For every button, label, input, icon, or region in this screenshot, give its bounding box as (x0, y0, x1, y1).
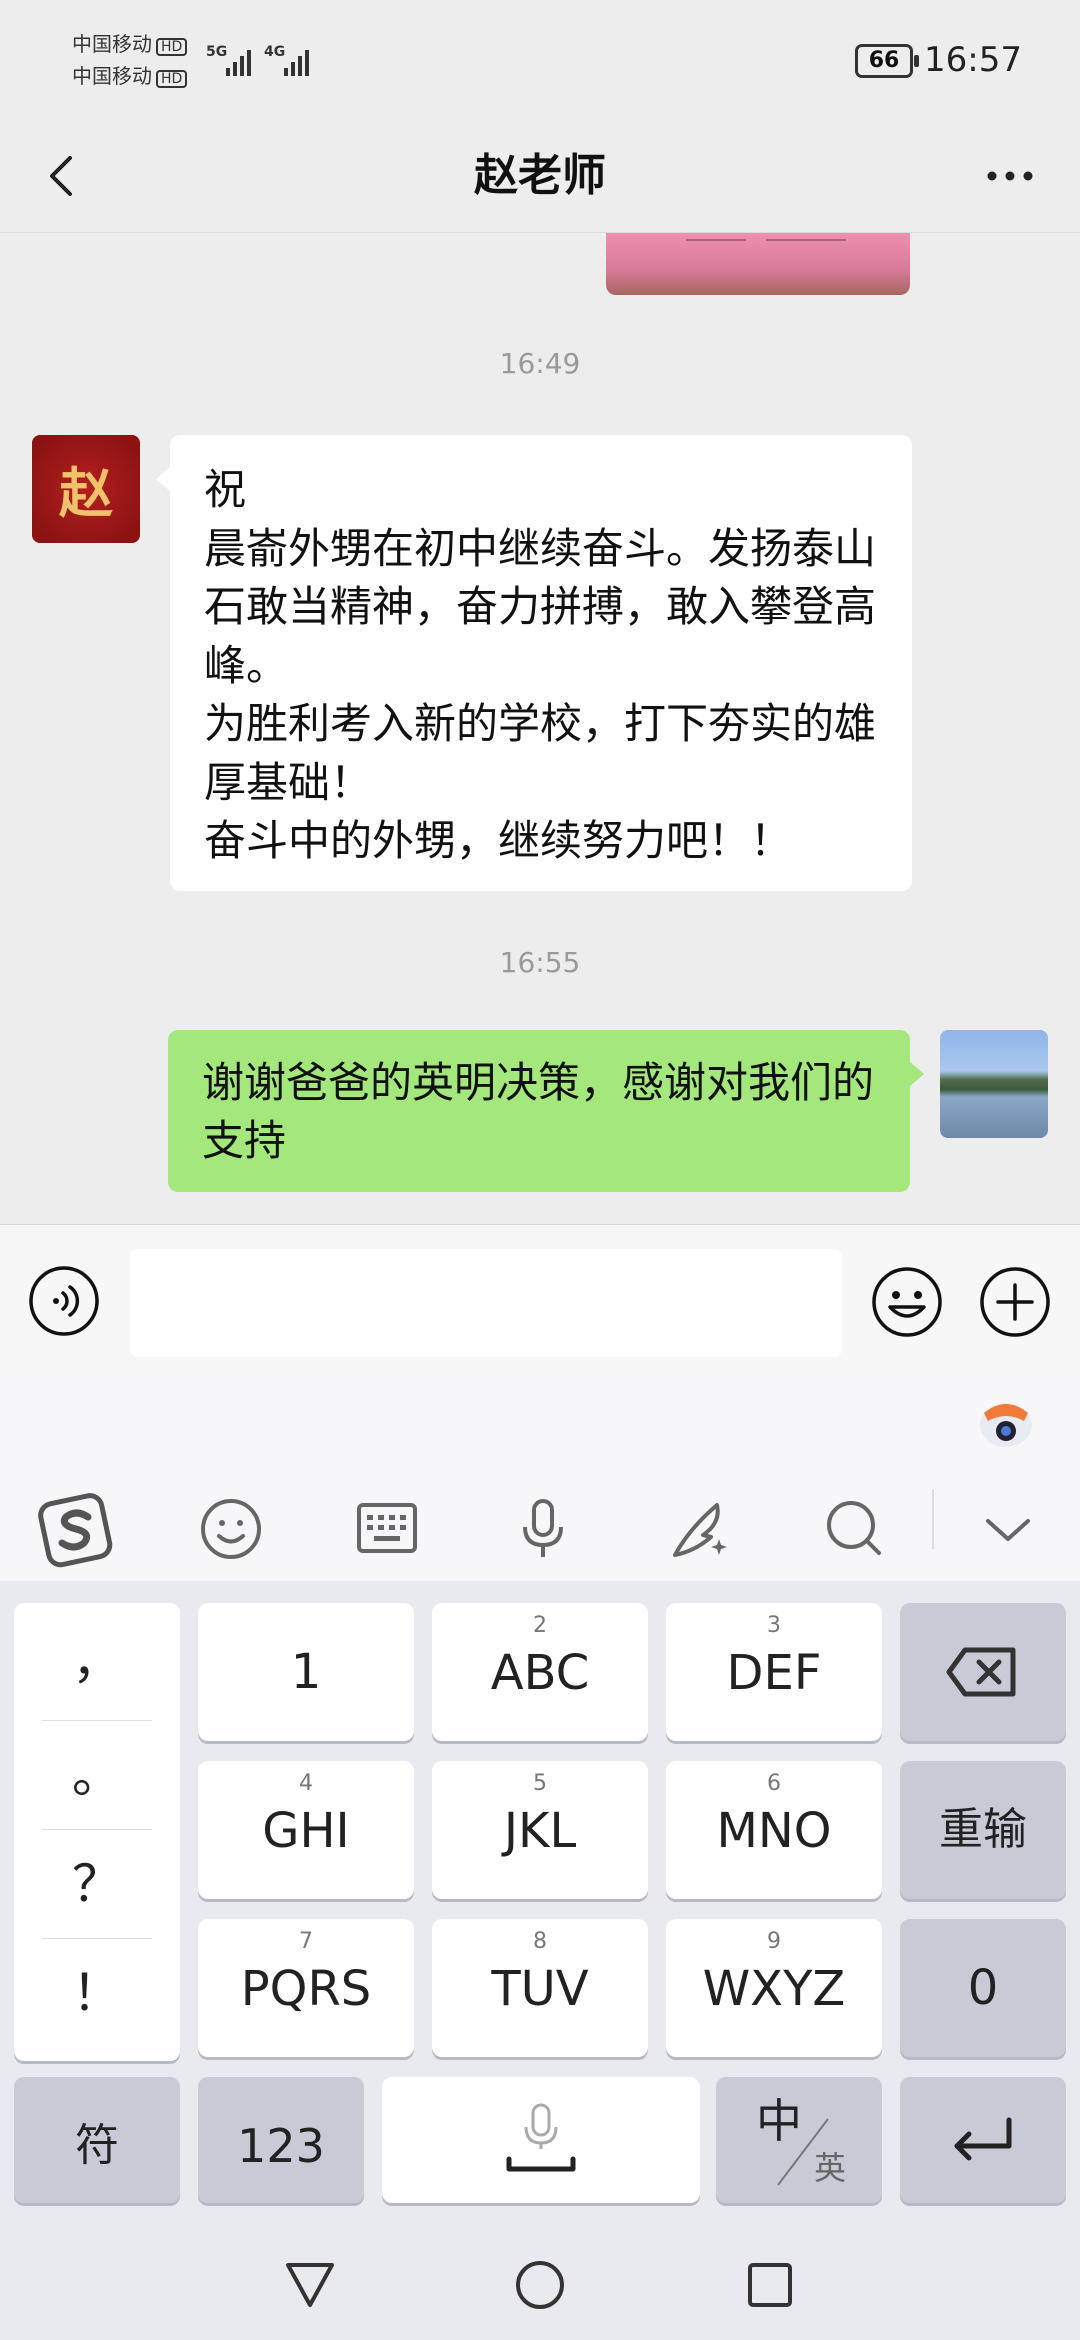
sogou-logo-icon[interactable] (36, 1489, 116, 1569)
space-key[interactable] (382, 2077, 700, 2203)
punct-key-comma[interactable]: ， (14, 1607, 180, 1716)
message-input[interactable] (130, 1249, 842, 1357)
outgoing-message-text: 谢谢爸爸的英明决策，感谢对我们的支持 (202, 1058, 875, 1165)
key-4-ghi[interactable]: 4 GHI (198, 1761, 414, 1899)
chat-header: 赵老师 (0, 120, 1080, 233)
handwriting-icon[interactable] (659, 1489, 739, 1569)
incoming-message-bubble[interactable]: 祝 晨嵛外甥在初中继续奋斗。发扬泰山石敢当精神，奋力拼搏，敢入攀登高峰。 为胜利… (156, 435, 912, 891)
chevron-down-icon[interactable] (968, 1489, 1048, 1569)
keyboard: ， 。 ？ ！ 1 2 ABC 3 DEF 4 GHI 5 JKL 6 MNO 重输 7P… (0, 1379, 1080, 2340)
mascot-icon[interactable] (976, 1391, 1036, 1451)
enter-icon (954, 2117, 1012, 2161)
clock: 16:57 (924, 40, 1022, 80)
key-0[interactable]: 0 (900, 1919, 1066, 2057)
system-nav-bar (0, 2225, 1080, 2340)
key-8-tuv[interactable]: 8 TUV (432, 1919, 648, 2057)
my-avatar[interactable] (940, 1030, 1048, 1138)
battery-indicator: 66 (855, 44, 919, 78)
voice-input-icon[interactable] (28, 1265, 100, 1337)
nav-recents-icon[interactable] (740, 2255, 800, 2315)
message-list[interactable]: 16:49 赵 祝 晨嵛外甥在初中继续奋斗。发扬泰山石敢当精神，奋力拼搏，敢入攀… (0, 233, 1080, 1223)
outgoing-message-bubble[interactable]: 谢谢爸爸的英明决策，感谢对我们的支持 (168, 1030, 924, 1192)
punct-key-exclaim[interactable]: ！ (14, 1939, 180, 2048)
emoji-keyboard-icon[interactable] (191, 1489, 271, 1569)
timestamp: 16:55 (499, 946, 581, 979)
back-arrow-icon[interactable] (36, 146, 96, 206)
toolbar-divider (932, 1489, 934, 1549)
language-switch-key[interactable]: 中 英 (716, 2077, 882, 2203)
keyboard-icon[interactable] (347, 1489, 427, 1569)
more-options-icon[interactable] (970, 146, 1050, 206)
incoming-message-text: 祝 晨嵛外甥在初中继续奋斗。发扬泰山石敢当精神，奋力拼搏，敢入攀登高峰。 为胜利… (204, 465, 877, 865)
microphone-icon[interactable] (503, 1489, 583, 1569)
key-1[interactable]: 1 (198, 1603, 414, 1741)
carrier-2: 中国移动 HD (72, 66, 188, 88)
plus-icon[interactable] (978, 1265, 1052, 1339)
key-6-mno[interactable]: 6 MNO (666, 1761, 882, 1899)
search-icon[interactable] (815, 1489, 895, 1569)
contact-avatar[interactable]: 赵 (32, 435, 140, 543)
key-5-jkl[interactable]: 5 JKL (432, 1761, 648, 1899)
keyboard-toolbar (0, 1379, 1080, 1581)
image-message[interactable] (606, 233, 910, 295)
svg-text:4G: 4G (264, 44, 285, 60)
backspace-key[interactable] (900, 1603, 1066, 1741)
punct-key-period[interactable]: 。 (14, 1721, 180, 1830)
punctuation-column: ， 。 ？ ！ (14, 1603, 180, 2061)
punct-key-question[interactable]: ？ (14, 1830, 180, 1939)
space-mic-icon (506, 2103, 576, 2172)
svg-text:5G: 5G (206, 44, 227, 60)
backspace-icon (946, 1647, 1016, 1697)
symbols-key[interactable]: 符 (14, 2077, 180, 2203)
key-2-abc[interactable]: 2 ABC (432, 1603, 648, 1741)
timestamp: 16:49 (499, 347, 581, 380)
signal-icon: 5G 4G (206, 44, 309, 76)
nav-home-icon[interactable] (510, 2255, 570, 2315)
key-7-pqrs[interactable]: 7 PQRS (198, 1919, 414, 2057)
nav-back-icon[interactable] (280, 2255, 340, 2315)
key-9-wxyz[interactable]: 9 WXYZ (666, 1919, 882, 2057)
numbers-key[interactable]: 123 (198, 2077, 364, 2203)
chat-title: 赵老师 (474, 150, 606, 201)
reinput-key[interactable]: 重输 (900, 1761, 1066, 1899)
language-divider (777, 2118, 829, 2186)
carrier-1: 中国移动 HD (72, 34, 188, 56)
enter-key[interactable] (900, 2077, 1066, 2203)
key-3-def[interactable]: 3 DEF (666, 1603, 882, 1741)
emoji-icon[interactable] (870, 1265, 944, 1339)
status-bar: 中国移动 HD 中国移动 HD 5G 4G 66 16:57 (0, 0, 1080, 120)
message-input-bar (0, 1224, 1080, 1380)
